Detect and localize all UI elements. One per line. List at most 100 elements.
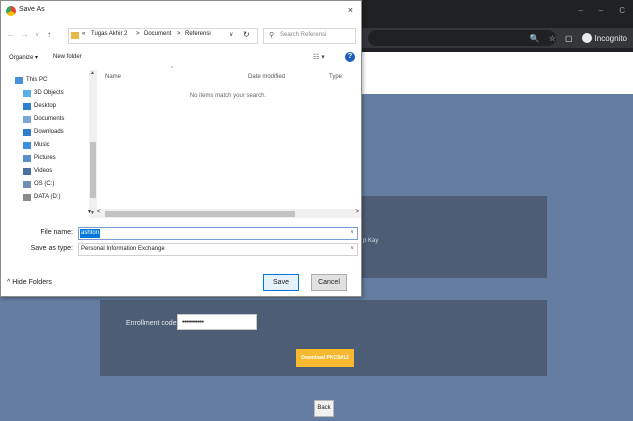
nav-item-label: OS (C:) (34, 181, 55, 187)
file-list: Name ^ Date modified Type No items match… (95, 66, 361, 207)
folder-icon (71, 32, 79, 39)
breadcrumb-referensi[interactable]: Referensi (185, 31, 211, 37)
dialog-title: Save As (19, 6, 45, 13)
breadcrumb-tugas-akhir[interactable]: Tugas Akhir 2 (91, 31, 127, 37)
search-placeholder: Search Referensi (280, 32, 327, 38)
save-button[interactable]: Save (263, 274, 299, 291)
navigation-pane: This PC 3D Objects Desktop Documents Dow… (7, 70, 97, 218)
nav-item-label: Pictures (34, 155, 56, 161)
videos-icon (23, 167, 31, 175)
zoom-icon[interactable]: 🔍 (530, 34, 540, 43)
page-header-strip (362, 52, 633, 94)
nav-item-label: Videos (34, 168, 53, 174)
cancel-button[interactable]: Cancel (311, 274, 347, 291)
column-header-type[interactable]: Type (329, 74, 342, 80)
save-as-type-value: Personal Information Exchange (81, 246, 165, 252)
file-name-label: File name: (40, 229, 73, 236)
nav-item-this-pc[interactable]: This PC (15, 74, 47, 86)
pictures-icon (23, 154, 31, 162)
nav-item-pictures[interactable]: Pictures (23, 152, 56, 164)
incognito-icon (581, 33, 592, 43)
enrollment-code-input[interactable]: ••••••••••• (177, 314, 257, 330)
incognito-label: Incognito (594, 33, 627, 43)
column-header-name[interactable]: Name (105, 74, 121, 80)
nav-item-videos[interactable]: Videos (23, 165, 52, 177)
computer-icon (15, 76, 23, 84)
minimize-button[interactable]: – (578, 6, 582, 15)
recent-locations-icon[interactable]: ∨ (35, 31, 39, 38)
drive-icon (23, 193, 31, 201)
chrome-icon (6, 6, 16, 16)
window-controls: – – C (578, 6, 625, 15)
expand-icon[interactable]: ▼ (87, 209, 92, 215)
cube-icon (23, 89, 31, 97)
dialog-toolbar: Organize ▾ New folder ☷ ▾ ? (1, 49, 361, 67)
incognito-indicator[interactable]: Incognito (581, 33, 627, 43)
enrollment-card: Enrollment code ••••••••••• Download PKC… (100, 300, 547, 376)
view-options-icon[interactable]: ☷ ▾ (313, 53, 325, 61)
nav-item-3d-objects[interactable]: 3D Objects (23, 87, 64, 99)
nav-item-documents[interactable]: Documents (23, 113, 64, 125)
refresh-icon[interactable]: ↻ (243, 30, 250, 39)
nav-item-label: Documents (34, 116, 65, 122)
chevron-down-icon[interactable]: ∨ (350, 245, 354, 251)
hide-folders-toggle[interactable]: ^ Hide Folders (7, 279, 52, 286)
address-row: ← → ∨ ↑ « Tugas Akhir 2 > Document > Ref… (1, 25, 361, 47)
nav-item-label: Downloads (34, 129, 64, 135)
breadcrumb-overflow[interactable]: « (82, 31, 85, 37)
browser-action-icons: 🔍 ☆ ▢ Incognito (530, 30, 627, 46)
download-icon (23, 128, 31, 136)
search-icon: ⚲ (269, 32, 275, 39)
hscroll-thumb[interactable] (105, 211, 295, 217)
forward-arrow-icon[interactable]: → (21, 30, 29, 39)
back-arrow-icon[interactable]: ← (7, 30, 15, 39)
new-folder-button[interactable]: New folder (53, 54, 82, 60)
empty-message: No items match your search. (189, 93, 267, 99)
maximize-button[interactable]: – (599, 6, 603, 15)
nav-item-label: Music (34, 142, 50, 148)
desktop-icon (23, 102, 31, 110)
chevron-down-icon[interactable]: ∨ (350, 229, 354, 235)
card-partial-text: p Kay (363, 238, 379, 244)
help-icon[interactable]: ? (345, 52, 355, 62)
music-icon (23, 141, 31, 149)
address-bar[interactable] (368, 30, 556, 46)
nav-item-music[interactable]: Music (23, 139, 50, 151)
file-name-input[interactable]: ashton ∨ (78, 227, 358, 240)
horizontal-scrollbar[interactable]: < > (95, 209, 361, 218)
save-as-type-label: Save as type: (30, 245, 73, 252)
close-window-button[interactable]: C (619, 6, 625, 15)
documents-icon (23, 115, 31, 123)
search-field[interactable]: ⚲ Search Referensi (263, 28, 356, 44)
close-icon[interactable]: × (348, 5, 353, 15)
dialog-titlebar: Save As × (1, 1, 361, 23)
enrollment-code-label: Enrollment code (126, 320, 177, 327)
star-icon[interactable]: ☆ (549, 34, 556, 43)
back-button[interactable]: Back (314, 400, 334, 417)
chevron-down-icon[interactable]: ∨ (229, 31, 233, 38)
nav-item-data-d[interactable]: DATA (D:) (23, 191, 60, 203)
drive-icon (23, 180, 31, 188)
file-name-value: ashton (80, 229, 101, 238)
scroll-left-icon[interactable]: < (97, 209, 101, 215)
download-pkcs12-button[interactable]: Download PKCS#12 (296, 349, 354, 367)
nav-item-label: DATA (D:) (34, 194, 61, 200)
breadcrumb-separator: > (136, 31, 140, 37)
nav-item-desktop[interactable]: Desktop (23, 100, 56, 112)
tab-search-icon[interactable]: ▢ (565, 34, 573, 43)
nav-item-label: This PC (26, 77, 48, 83)
breadcrumb-bar[interactable]: « Tugas Akhir 2 > Document > Referensi ∨… (68, 28, 258, 44)
nav-item-label: 3D Objects (34, 90, 64, 96)
nav-item-label: Desktop (34, 103, 57, 109)
save-as-type-select[interactable]: Personal Information Exchange ∨ (78, 243, 358, 256)
organize-button[interactable]: Organize ▾ (9, 54, 38, 61)
nav-item-os-c[interactable]: OS (C:) (23, 178, 54, 190)
nav-item-downloads[interactable]: Downloads (23, 126, 64, 138)
sort-ascending-icon: ^ (171, 66, 174, 72)
breadcrumb-separator: > (177, 31, 181, 37)
column-header-date[interactable]: Date modified (248, 74, 285, 80)
breadcrumb-document[interactable]: Document (144, 31, 171, 37)
up-arrow-icon[interactable]: ↑ (47, 30, 51, 39)
scroll-right-icon[interactable]: > (355, 209, 359, 215)
save-as-dialog: Save As × ← → ∨ ↑ « Tugas Akhir 2 > Docu… (0, 0, 362, 297)
